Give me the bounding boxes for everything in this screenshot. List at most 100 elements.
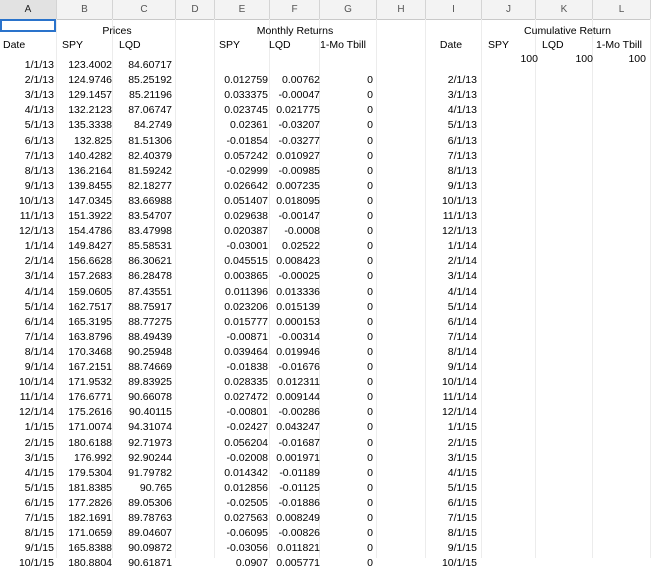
date2-cell[interactable]: 9/1/13 (424, 180, 477, 192)
spy-return-cell[interactable]: 0.056204 (212, 437, 268, 449)
date2-cell[interactable]: 2/1/15 (424, 437, 477, 449)
spy-price-cell[interactable]: 129.1457 (54, 89, 112, 101)
cumulative-spy-start[interactable]: 100 (485, 53, 538, 65)
tbill-return-cell[interactable]: 0 (320, 165, 373, 177)
date-cell[interactable]: 9/1/15 (0, 542, 54, 554)
spy-return-cell[interactable]: -0.02999 (212, 165, 268, 177)
cumulative-tbill-start[interactable]: 100 (594, 53, 646, 65)
lqd-price-cell[interactable]: 92.90244 (112, 452, 172, 464)
lqd-return-cell[interactable]: 0.005771 (268, 557, 320, 569)
date2-cell[interactable]: 4/1/15 (424, 467, 477, 479)
tbill-return-cell[interactable]: 0 (320, 452, 373, 464)
spy-return-cell[interactable]: -0.03056 (212, 542, 268, 554)
date2-cell[interactable]: 5/1/13 (424, 119, 477, 131)
date-cell[interactable]: 3/1/14 (0, 270, 54, 282)
spy-price-cell[interactable]: 171.0659 (54, 527, 112, 539)
lqd-return-cell[interactable]: 0.008423 (268, 255, 320, 267)
lqd-return-cell[interactable]: 0.02522 (268, 240, 320, 252)
spy-return-cell[interactable]: 0.051407 (212, 195, 268, 207)
date2-cell[interactable] (424, 59, 477, 71)
column-header-g[interactable]: G (320, 0, 377, 19)
lqd-return-cell[interactable]: 0.008249 (268, 512, 320, 524)
date-cell[interactable]: 7/1/14 (0, 331, 54, 343)
lqd-price-cell[interactable]: 87.06747 (112, 104, 172, 116)
lqd-price-cell[interactable]: 85.25192 (112, 74, 172, 86)
spy-price-cell[interactable]: 151.3922 (54, 210, 112, 222)
spy-price-cell[interactable]: 176.992 (54, 452, 112, 464)
date-cell[interactable]: 2/1/15 (0, 437, 54, 449)
tbill-return-cell[interactable]: 0 (320, 255, 373, 267)
spy-return-cell[interactable]: 0.0907 (212, 557, 268, 569)
tbill-return-cell[interactable]: 0 (320, 346, 373, 358)
date-cell[interactable]: 1/1/15 (0, 421, 54, 433)
spy-return-cell[interactable]: 0.057242 (212, 150, 268, 162)
column-header-h[interactable]: H (377, 0, 426, 19)
tbill-return-cell[interactable]: 0 (320, 74, 373, 86)
spy-price-cell[interactable]: 135.3338 (54, 119, 112, 131)
date-cell[interactable]: 6/1/14 (0, 316, 54, 328)
lqd-price-cell[interactable]: 88.49439 (112, 331, 172, 343)
date2-cell[interactable]: 12/1/14 (424, 406, 477, 418)
spy-return-cell[interactable]: -0.02008 (212, 452, 268, 464)
spy-return-cell[interactable]: 0.011396 (212, 286, 268, 298)
lqd-price-cell[interactable]: 84.2749 (112, 119, 172, 131)
date2-cell[interactable]: 11/1/14 (424, 391, 477, 403)
spy-return-cell[interactable]: -0.03001 (212, 240, 268, 252)
date-cell[interactable]: 10/1/13 (0, 195, 54, 207)
spy-return-cell[interactable]: -0.02427 (212, 421, 268, 433)
spy-price-cell[interactable]: 157.2683 (54, 270, 112, 282)
spy-price-cell[interactable]: 177.2826 (54, 497, 112, 509)
lqd-return-cell[interactable]: -0.00147 (268, 210, 320, 222)
lqd-price-cell[interactable]: 90.66078 (112, 391, 172, 403)
lqd-price-cell[interactable]: 83.54707 (112, 210, 172, 222)
date-cell[interactable]: 6/1/13 (0, 135, 54, 147)
date-cell[interactable]: 11/1/13 (0, 210, 54, 222)
lqd-return-cell[interactable]: -0.01886 (268, 497, 320, 509)
date-cell[interactable]: 11/1/14 (0, 391, 54, 403)
spy-return-cell[interactable]: 0.026642 (212, 180, 268, 192)
date2-cell[interactable]: 8/1/14 (424, 346, 477, 358)
tbill-return-cell[interactable]: 0 (320, 437, 373, 449)
spy-price-cell[interactable]: 180.6188 (54, 437, 112, 449)
spy-price-cell[interactable]: 165.3195 (54, 316, 112, 328)
spy-return-cell[interactable]: 0.027563 (212, 512, 268, 524)
date2-cell[interactable]: 6/1/15 (424, 497, 477, 509)
date2-cell[interactable]: 9/1/15 (424, 542, 477, 554)
date-cell[interactable]: 8/1/14 (0, 346, 54, 358)
date-cell[interactable]: 8/1/15 (0, 527, 54, 539)
tbill-return-cell[interactable]: 0 (320, 391, 373, 403)
date2-cell[interactable]: 2/1/13 (424, 74, 477, 86)
date-cell[interactable]: 5/1/14 (0, 301, 54, 313)
date-cell[interactable]: 12/1/13 (0, 225, 54, 237)
column-header-b[interactable]: B (57, 0, 113, 19)
tbill-return-cell[interactable]: 0 (320, 316, 373, 328)
spy-return-cell[interactable]: 0.033375 (212, 89, 268, 101)
spy-price-cell[interactable]: 182.1691 (54, 512, 112, 524)
lqd-price-cell[interactable]: 85.21196 (112, 89, 172, 101)
column-header-e[interactable]: E (215, 0, 270, 19)
tbill-return-cell[interactable]: 0 (320, 210, 373, 222)
spy-return-cell[interactable]: 0.015777 (212, 316, 268, 328)
spy-return-cell[interactable]: 0.045515 (212, 255, 268, 267)
spy-price-cell[interactable]: 159.0605 (54, 286, 112, 298)
date-cell[interactable]: 4/1/13 (0, 104, 54, 116)
lqd-return-cell[interactable]: 0.043247 (268, 421, 320, 433)
lqd-price-cell[interactable]: 89.83925 (112, 376, 172, 388)
lqd-price-cell[interactable]: 81.59242 (112, 165, 172, 177)
lqd-return-cell[interactable]: -0.01189 (268, 467, 320, 479)
date2-cell[interactable]: 7/1/13 (424, 150, 477, 162)
date-cell[interactable]: 10/1/15 (0, 557, 54, 569)
tbill-return-cell[interactable]: 0 (320, 542, 373, 554)
lqd-return-cell[interactable]: 0.009144 (268, 391, 320, 403)
date-cell[interactable]: 10/1/14 (0, 376, 54, 388)
spy-return-cell[interactable]: 0.027472 (212, 391, 268, 403)
tbill-return-cell[interactable] (320, 59, 373, 71)
spy-return-cell[interactable]: 0.020387 (212, 225, 268, 237)
tbill-return-cell[interactable]: 0 (320, 119, 373, 131)
spy-return-cell[interactable]: -0.01838 (212, 361, 268, 373)
date2-cell[interactable]: 1/1/14 (424, 240, 477, 252)
tbill-return-cell[interactable]: 0 (320, 376, 373, 388)
date-cell[interactable]: 12/1/14 (0, 406, 54, 418)
tbill-return-cell[interactable]: 0 (320, 557, 373, 569)
tbill-return-cell[interactable]: 0 (320, 89, 373, 101)
